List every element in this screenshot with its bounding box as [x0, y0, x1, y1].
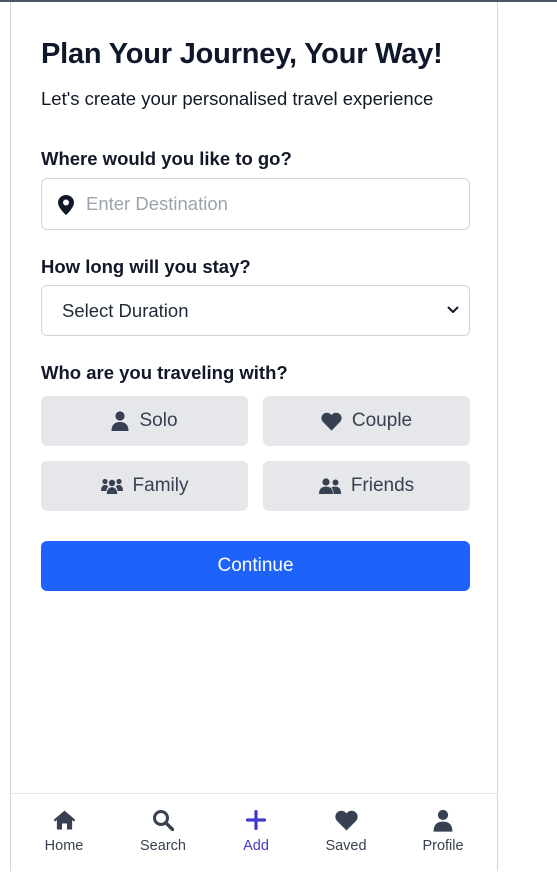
option-family-label: Family — [132, 475, 189, 496]
nav-item-home[interactable]: Home — [19, 794, 109, 872]
nav-label-saved: Saved — [325, 838, 367, 854]
nav-label-profile: Profile — [422, 838, 464, 854]
nav-item-add[interactable]: Add — [211, 794, 301, 872]
nav-label-search: Search — [140, 838, 186, 854]
duration-label: How long will you stay? — [41, 256, 251, 277]
destination-label: Where would you like to go? — [41, 148, 292, 169]
nav-item-saved[interactable]: Saved — [301, 794, 391, 872]
nav-label-home: Home — [44, 838, 84, 854]
destination-input[interactable] — [86, 179, 456, 229]
option-friends-label: Friends — [350, 475, 415, 496]
option-friends-button[interactable]: Friends — [263, 461, 470, 511]
continue-button[interactable]: Continue — [41, 541, 470, 591]
destination-field[interactable] — [41, 178, 470, 230]
option-couple-button[interactable]: Couple — [263, 396, 470, 446]
nav-item-profile[interactable]: Profile — [398, 794, 488, 872]
bottom-nav: Home Search Add Saved Profile — [11, 793, 497, 872]
option-family-button[interactable]: Family — [41, 461, 248, 511]
user-icon — [433, 809, 453, 832]
plus-icon — [246, 810, 266, 830]
nav-item-search[interactable]: Search — [118, 794, 208, 872]
chevron-down-icon — [447, 306, 459, 313]
heart-icon — [321, 412, 342, 431]
duration-select[interactable]: Select Duration — [41, 285, 470, 336]
home-icon — [53, 810, 75, 830]
friends-icon — [318, 478, 341, 494]
app-screen: Plan Your Journey, Your Way! Let's creat… — [10, 2, 498, 872]
user-icon — [111, 411, 129, 431]
nav-label-add: Add — [243, 838, 269, 854]
heart-icon — [334, 810, 358, 831]
duration-selected-value: Select Duration — [62, 300, 189, 321]
option-couple-label: Couple — [351, 410, 413, 431]
page-title: Plan Your Journey, Your Way! — [41, 38, 443, 70]
map-pin-icon — [58, 195, 74, 215]
family-icon — [100, 478, 123, 494]
search-icon — [153, 810, 174, 831]
page-subtitle: Let's create your personalised travel ex… — [41, 88, 434, 109]
option-solo-label: Solo — [139, 410, 178, 431]
option-solo-button[interactable]: Solo — [41, 396, 248, 446]
companions-label: Who are you traveling with? — [41, 362, 288, 383]
